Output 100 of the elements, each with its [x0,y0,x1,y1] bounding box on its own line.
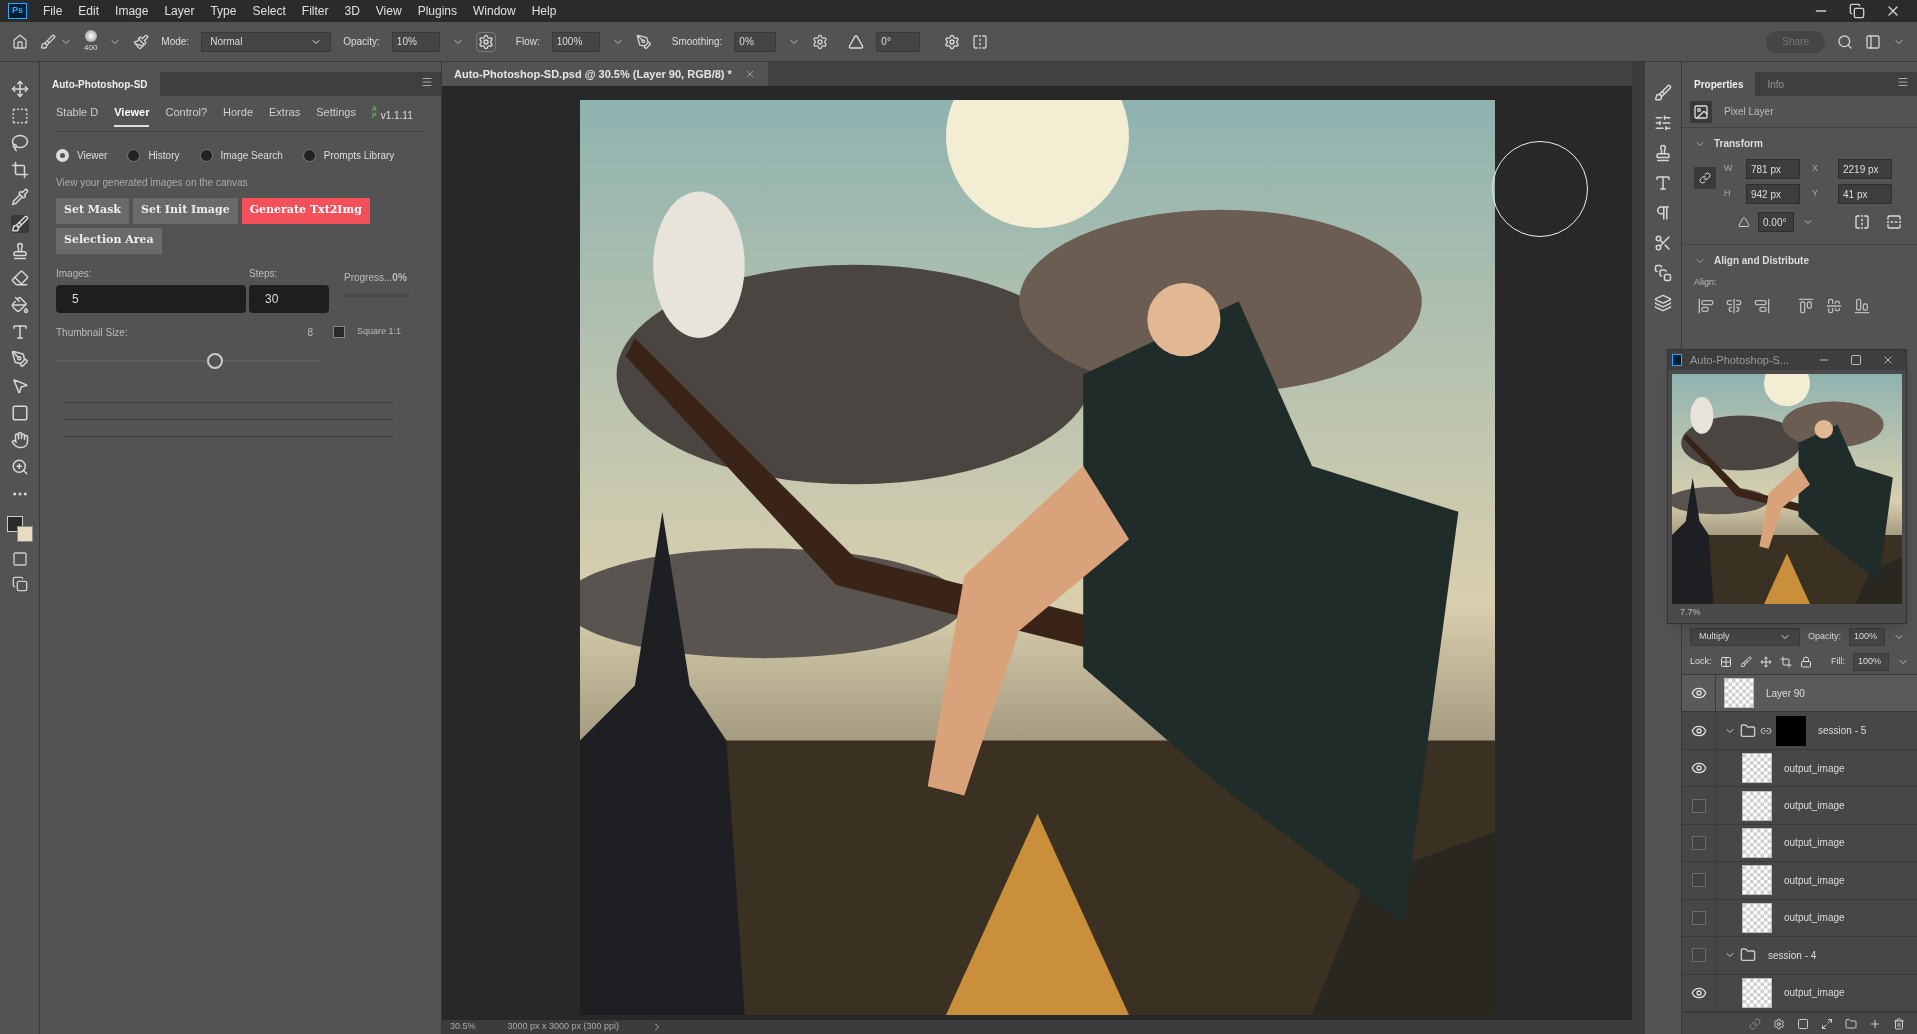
visibility-toggle[interactable] [1691,835,1706,850]
brush-icon[interactable] [40,33,56,50]
align-center-icon[interactable] [1726,297,1742,314]
document-tab[interactable]: Auto-Photoshop-SD.psd @ 30.5% (Layer 90, RGB/8) * [442,62,768,86]
panel-menu-icon[interactable] [1897,76,1909,88]
menu-item[interactable]: Layer [164,2,195,20]
color-swatches-icon[interactable] [6,516,33,542]
menu-item[interactable]: Image [115,2,149,20]
menu-item[interactable]: Plugins [417,2,457,20]
plugin-tab[interactable]: Control? [165,104,208,127]
align-middle-icon[interactable] [1826,297,1842,314]
menu-item[interactable]: Edit [78,2,100,20]
home-icon[interactable] [12,33,28,50]
width-field[interactable]: 781 px [1746,159,1800,179]
delete-icon[interactable] [1893,1017,1905,1030]
canvas-scrollbar[interactable] [1632,62,1644,1034]
close-icon[interactable] [1882,354,1894,366]
layers-icon[interactable] [1654,294,1672,312]
fill-field[interactable]: 100% [1853,653,1889,671]
y-field[interactable]: 41 px [1838,184,1892,204]
maximize-icon[interactable] [1850,354,1862,366]
checkbox[interactable] [332,326,345,338]
align-left-icon[interactable] [1698,297,1714,314]
workspace-icon[interactable] [1865,33,1881,50]
restore-icon[interactable] [1849,3,1865,19]
images-input[interactable]: 5 [56,284,246,313]
menu-item[interactable]: Help [531,2,557,20]
plugin-tab[interactable]: Horde [223,104,254,127]
menu-item[interactable]: File [43,2,63,20]
brush-panel-icon[interactable] [133,33,150,50]
type-tool-icon[interactable] [10,323,29,341]
radio-button[interactable] [302,148,316,162]
visibility-toggle[interactable] [1691,873,1706,888]
lock-pixels-icon[interactable] [1719,656,1732,668]
marquee-tool-icon[interactable] [10,107,29,125]
zoom-tool-icon[interactable] [10,458,29,476]
menu-item[interactable]: Type [210,2,237,20]
angle-field[interactable]: 0° [876,31,921,52]
lock-position-icon[interactable] [1759,656,1772,668]
new-group-icon[interactable] [1845,1017,1857,1030]
plugin-tab[interactable]: Settings [316,104,356,127]
visibility-toggle[interactable] [1691,910,1706,925]
lock-all-icon[interactable] [1799,656,1812,668]
radio-button[interactable] [127,148,141,162]
layer-row[interactable]: output_image [1682,787,1917,825]
radio-button[interactable] [199,148,213,162]
height-field[interactable]: 942 px [1746,184,1800,204]
new-layer-icon[interactable] [1869,1017,1881,1030]
lasso-tool-icon[interactable] [10,134,29,152]
hand-tool-icon[interactable] [10,431,29,449]
visibility-toggle[interactable] [1691,948,1706,963]
layer-row[interactable]: output_image [1682,824,1917,863]
action-button[interactable]: Set Init Image [133,197,238,224]
layer-row[interactable]: output_image [1682,899,1917,938]
move-tool-icon[interactable] [10,80,29,98]
layer-row[interactable]: session - 4 [1682,937,1917,975]
search-icon[interactable] [1837,33,1853,50]
paragraph-icon[interactable] [1654,204,1672,222]
radio-button[interactable] [56,148,69,162]
menu-item[interactable]: Window [473,2,516,20]
link-layers-icon[interactable] [1749,1017,1761,1030]
visibility-toggle[interactable] [1691,798,1706,813]
panel-menu-icon[interactable] [421,76,433,88]
opacity-field[interactable]: 100% [1849,628,1885,646]
slider-track[interactable] [56,351,321,370]
stamp-tool-icon[interactable] [10,242,29,260]
panel-tab[interactable]: Auto-Photoshop-SD [40,72,160,96]
add-mask-icon[interactable] [1797,1017,1809,1030]
clone-source-icon[interactable] [1654,144,1672,162]
layer-row[interactable]: output_image [1682,749,1917,788]
plugin-tab[interactable]: Extras [269,104,301,127]
layer-row[interactable]: output_image [1682,862,1917,900]
flip-vertical-icon[interactable] [1886,214,1902,230]
app-logo[interactable]: Ps [8,3,27,19]
align-top-icon[interactable] [1798,297,1814,314]
layer-row[interactable]: Layer 90 [1682,675,1917,713]
brush-settings-icon[interactable] [1654,84,1672,102]
pen-tool-icon[interactable] [10,350,29,368]
pointer-tool-icon[interactable] [10,377,29,395]
mode-dropdown[interactable]: Normal [201,31,332,52]
layer-row[interactable]: session - 5 [1682,712,1917,750]
plugin-tab[interactable]: Stable D [56,104,99,127]
eyedropper-tool-icon[interactable] [10,188,29,206]
align-bottom-icon[interactable] [1854,297,1870,314]
lock-paint-icon[interactable] [1739,656,1752,668]
x-field[interactable]: 2219 px [1838,159,1892,179]
character-icon[interactable] [1654,174,1672,192]
steps-input[interactable]: 30 [249,284,329,313]
flip-horizontal-icon[interactable] [1854,214,1870,230]
link-toggle[interactable] [1694,167,1716,189]
eraser-tool-icon[interactable] [10,269,29,287]
panel-tab[interactable]: Properties [1682,72,1756,96]
action-button[interactable]: Selection Area [56,227,162,254]
plugin-tab[interactable]: Viewer [114,104,150,127]
angle-field[interactable]: 0.00° [1758,212,1794,232]
action-button[interactable]: Set Mask [56,197,129,224]
opacity-field[interactable]: 10% [391,31,440,52]
brush-tool-icon[interactable] [10,215,29,233]
menu-item[interactable]: View [375,2,402,20]
align-right-icon[interactable] [1754,297,1770,314]
